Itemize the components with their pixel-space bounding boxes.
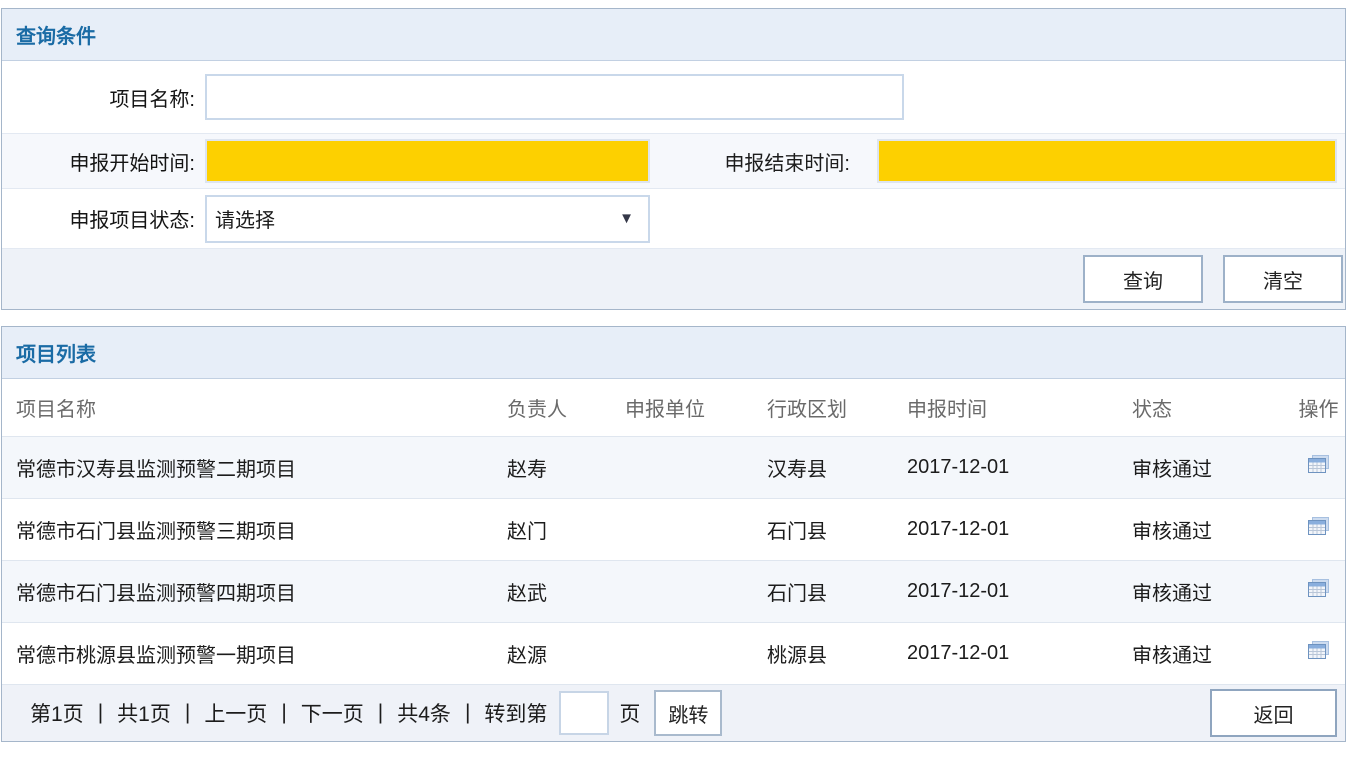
query-panel: 查询条件 项目名称: 申报开始时间: 申报结束时间: 申报项目状态: 请选择 ▼…	[1, 8, 1346, 310]
row-detail-button[interactable]	[1308, 579, 1330, 598]
cell-owner: 赵寿	[507, 453, 625, 482]
query-panel-title: 查询条件	[16, 20, 96, 49]
back-button[interactable]: 返回	[1210, 689, 1337, 737]
cell-status: 审核通过	[1132, 453, 1292, 482]
status-label: 申报项目状态:	[2, 204, 195, 233]
cell-project-name: 常德市石门县监测预警三期项目	[2, 515, 507, 544]
cell-action	[1292, 641, 1345, 666]
status-select-value: 请选择	[215, 204, 275, 233]
cell-date: 2017-12-01	[907, 642, 1132, 665]
pagination-separator: |	[98, 701, 103, 725]
declare-time-row: 申报开始时间: 申报结束时间:	[2, 134, 1345, 189]
cell-date: 2017-12-01	[907, 456, 1132, 479]
table-row: 常德市石门县监测预警三期项目 赵门 石门县 2017-12-01 审核通过	[2, 499, 1345, 561]
table-header-row: 项目名称 负责人 申报单位 行政区划 申报时间 状态 操作	[2, 379, 1345, 437]
project-status-row: 申报项目状态: 请选择 ▼	[2, 189, 1345, 249]
pagination-total-pages: 共1页	[117, 698, 171, 728]
project-name-label: 项目名称:	[2, 83, 195, 112]
table-grid-icon	[1308, 517, 1330, 536]
end-time-input[interactable]	[877, 139, 1337, 183]
cell-action	[1292, 455, 1345, 480]
column-header-action: 操作	[1292, 393, 1345, 422]
table-row: 常德市汉寿县监测预警二期项目 赵寿 汉寿县 2017-12-01 审核通过	[2, 437, 1345, 499]
row-detail-button[interactable]	[1308, 641, 1330, 660]
table-row: 常德市桃源县监测预警一期项目 赵源 桃源县 2017-12-01 审核通过	[2, 623, 1345, 685]
goto-page-input[interactable]	[559, 691, 609, 735]
row-detail-button[interactable]	[1308, 517, 1330, 536]
cell-date: 2017-12-01	[907, 580, 1132, 603]
cell-region: 桃源县	[767, 639, 907, 668]
start-time-label: 申报开始时间:	[2, 147, 195, 176]
search-button[interactable]: 查询	[1083, 255, 1203, 303]
pagination-separator: |	[378, 701, 383, 725]
project-name-input[interactable]	[205, 74, 904, 120]
pagination-total-count: 共4条	[397, 698, 451, 728]
cell-status: 审核通过	[1132, 639, 1292, 668]
column-header-status: 状态	[1132, 393, 1292, 422]
cell-status: 审核通过	[1132, 577, 1292, 606]
cell-owner: 赵武	[507, 577, 625, 606]
list-panel-header: 项目列表	[2, 327, 1345, 379]
start-time-input[interactable]	[205, 139, 650, 183]
cell-date: 2017-12-01	[907, 518, 1132, 541]
cell-action	[1292, 517, 1345, 542]
column-header-region: 行政区划	[767, 393, 907, 422]
cell-project-name: 常德市石门县监测预警四期项目	[2, 577, 507, 606]
project-list-panel: 项目列表 项目名称 负责人 申报单位 行政区划 申报时间 状态 操作 常德市汉寿…	[1, 326, 1346, 742]
column-header-unit: 申报单位	[625, 393, 767, 422]
next-page-link[interactable]: 下一页	[301, 698, 364, 728]
project-name-row: 项目名称:	[2, 61, 1345, 134]
cell-project-name: 常德市汉寿县监测预警二期项目	[2, 453, 507, 482]
cell-status: 审核通过	[1132, 515, 1292, 544]
query-button-row: 查询 清空	[2, 249, 1345, 309]
status-select[interactable]: 请选择 ▼	[205, 195, 650, 243]
table-grid-icon	[1308, 641, 1330, 660]
cell-owner: 赵源	[507, 639, 625, 668]
cell-owner: 赵门	[507, 515, 625, 544]
table-grid-icon	[1308, 579, 1330, 598]
pagination-bar: 第1页 | 共1页 | 上一页 | 下一页 | 共4条 | 转到第 页 跳转 返…	[2, 685, 1345, 741]
end-time-label: 申报结束时间:	[650, 147, 864, 176]
page: 查询条件 项目名称: 申报开始时间: 申报结束时间: 申报项目状态: 请选择 ▼…	[0, 0, 1347, 742]
column-header-name: 项目名称	[2, 393, 507, 422]
row-detail-button[interactable]	[1308, 455, 1330, 474]
cell-action	[1292, 579, 1345, 604]
chevron-down-icon: ▼	[619, 211, 634, 226]
pagination-separator: |	[465, 701, 470, 725]
cell-region: 汉寿县	[767, 453, 907, 482]
list-panel-title: 项目列表	[16, 338, 96, 367]
cell-project-name: 常德市桃源县监测预警一期项目	[2, 639, 507, 668]
pagination-separator: |	[185, 701, 190, 725]
column-header-date: 申报时间	[907, 393, 1132, 422]
clear-button[interactable]: 清空	[1223, 255, 1343, 303]
column-header-owner: 负责人	[507, 393, 625, 422]
pagination-current-page: 第1页	[30, 698, 84, 728]
table-row: 常德市石门县监测预警四期项目 赵武 石门县 2017-12-01 审核通过	[2, 561, 1345, 623]
cell-region: 石门县	[767, 515, 907, 544]
goto-page-prefix: 转到第	[484, 698, 547, 728]
pagination-separator: |	[281, 701, 286, 725]
goto-page-suffix: 页	[619, 698, 640, 728]
query-panel-header: 查询条件	[2, 9, 1345, 61]
prev-page-link[interactable]: 上一页	[204, 698, 267, 728]
cell-region: 石门县	[767, 577, 907, 606]
jump-button[interactable]: 跳转	[654, 690, 722, 736]
table-grid-icon	[1308, 455, 1330, 474]
